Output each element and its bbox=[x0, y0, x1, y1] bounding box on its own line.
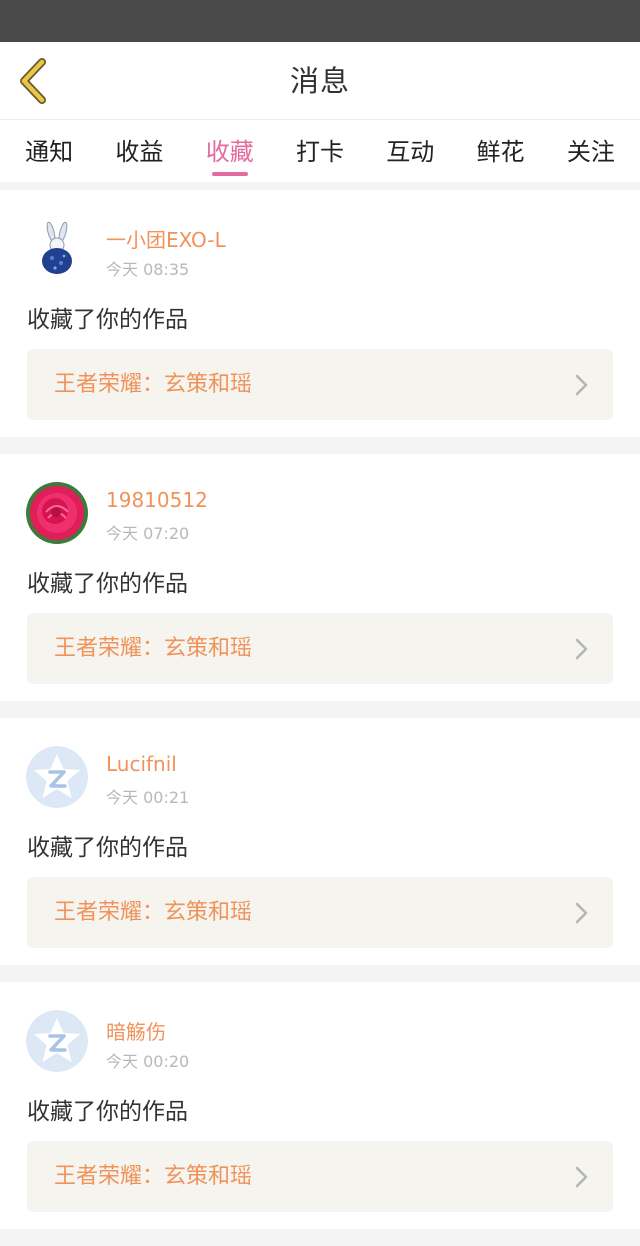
active-tab-indicator bbox=[211, 172, 248, 176]
tab-favorites[interactable]: 收藏 bbox=[202, 120, 258, 182]
work-link[interactable]: 王者荣耀：玄策和瑶 bbox=[27, 877, 613, 948]
tab-label: 鲜花 bbox=[476, 138, 525, 166]
tab-interaction[interactable]: 互动 bbox=[382, 120, 438, 182]
rabbit-figure-avatar-icon bbox=[26, 218, 88, 280]
tab-label: 关注 bbox=[566, 138, 615, 166]
tab-notifications[interactable]: 通知 bbox=[21, 120, 77, 182]
message-card: 一小团EXO-L 今天 08:35 收藏了你的作品 王者荣耀：玄策和瑶 bbox=[0, 190, 640, 437]
work-title: 王者荣耀：玄策和瑶 bbox=[54, 636, 253, 661]
default-star-avatar-icon bbox=[26, 1010, 88, 1072]
avatar[interactable] bbox=[26, 218, 88, 280]
tab-bar: 通知 收益 收藏 打卡 互动 鲜花 关注 bbox=[0, 120, 640, 182]
status-bar bbox=[0, 0, 640, 42]
username[interactable]: Lucifnil bbox=[106, 752, 177, 776]
work-title: 王者荣耀：玄策和瑶 bbox=[54, 900, 253, 925]
action-text: 收藏了你的作品 bbox=[27, 835, 188, 861]
tab-earnings[interactable]: 收益 bbox=[111, 120, 167, 182]
tab-label: 通知 bbox=[25, 138, 74, 166]
default-star-avatar-icon bbox=[26, 746, 88, 808]
message-card: Lucifnil 今天 00:21 收藏了你的作品 王者荣耀：玄策和瑶 bbox=[0, 718, 640, 965]
tab-flowers[interactable]: 鲜花 bbox=[473, 120, 529, 182]
rose-flower-avatar-icon bbox=[26, 482, 88, 544]
chevron-right-icon bbox=[575, 374, 588, 396]
timestamp: 今天 07:20 bbox=[106, 524, 190, 543]
username[interactable]: 一小团EXO-L bbox=[106, 224, 226, 253]
message-list: 一小团EXO-L 今天 08:35 收藏了你的作品 王者荣耀：玄策和瑶 1981… bbox=[0, 190, 640, 1246]
work-link[interactable]: 王者荣耀：玄策和瑶 bbox=[27, 349, 613, 420]
tab-checkin[interactable]: 打卡 bbox=[292, 120, 348, 182]
username[interactable]: 暗觞伤 bbox=[106, 1016, 166, 1045]
work-link[interactable]: 王者荣耀：玄策和瑶 bbox=[27, 1141, 613, 1212]
header: 消息 bbox=[0, 42, 640, 120]
page-title: 消息 bbox=[289, 64, 350, 98]
timestamp: 今天 00:20 bbox=[106, 1052, 190, 1071]
chevron-right-icon bbox=[575, 902, 588, 924]
tab-label: 收藏 bbox=[205, 138, 254, 166]
work-title: 王者荣耀：玄策和瑶 bbox=[54, 372, 253, 397]
tab-label: 打卡 bbox=[295, 138, 344, 166]
tab-follow[interactable]: 关注 bbox=[563, 120, 619, 182]
chevron-right-icon bbox=[575, 1166, 588, 1188]
action-text: 收藏了你的作品 bbox=[27, 1099, 188, 1125]
work-link[interactable]: 王者荣耀：玄策和瑶 bbox=[27, 613, 613, 684]
tab-label: 收益 bbox=[115, 138, 164, 166]
action-text: 收藏了你的作品 bbox=[27, 307, 188, 333]
tab-label: 互动 bbox=[386, 138, 435, 166]
username[interactable]: 19810512 bbox=[106, 488, 208, 512]
work-title: 王者荣耀：玄策和瑶 bbox=[54, 1164, 253, 1189]
message-card: 暗觞伤 今天 00:20 收藏了你的作品 王者荣耀：玄策和瑶 bbox=[0, 982, 640, 1229]
message-card: 19810512 今天 07:20 收藏了你的作品 王者荣耀：玄策和瑶 bbox=[0, 454, 640, 701]
avatar[interactable] bbox=[26, 482, 88, 544]
avatar[interactable] bbox=[26, 1010, 88, 1072]
chevron-right-icon bbox=[575, 638, 588, 660]
timestamp: 今天 08:35 bbox=[106, 260, 190, 279]
avatar[interactable] bbox=[26, 746, 88, 808]
action-text: 收藏了你的作品 bbox=[27, 571, 188, 597]
timestamp: 今天 00:21 bbox=[106, 788, 190, 807]
